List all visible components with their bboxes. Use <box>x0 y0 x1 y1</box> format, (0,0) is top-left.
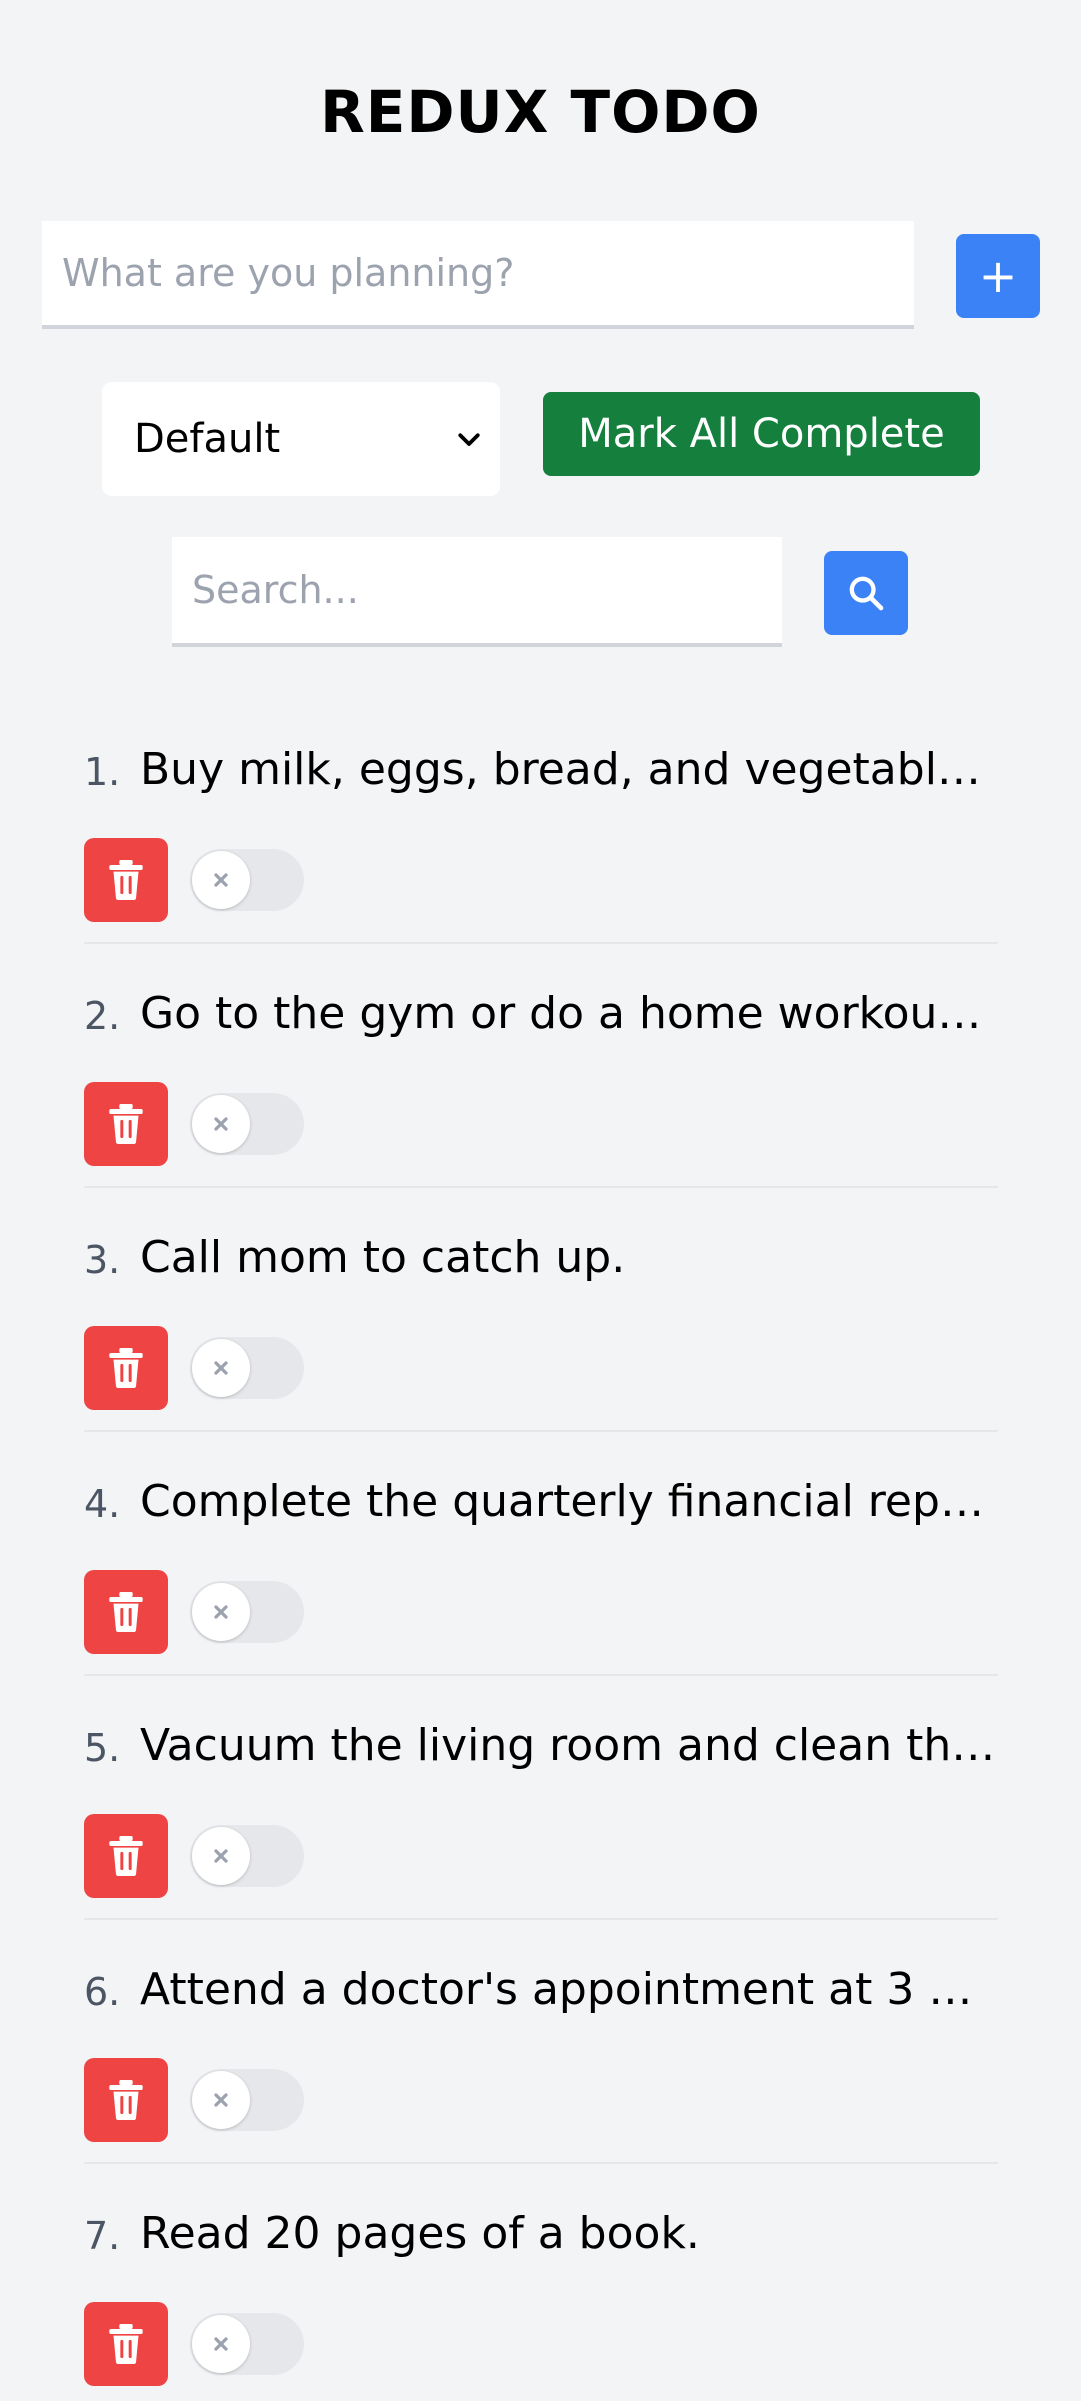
new-todo-input[interactable] <box>42 221 914 329</box>
sort-select[interactable]: Default <box>102 382 500 496</box>
todo-number: 5. <box>84 1726 121 1770</box>
close-icon <box>214 2093 228 2107</box>
trash-icon <box>109 1836 143 1876</box>
todo-text: Go to the gym or do a home workout… <box>140 988 998 1039</box>
delete-button[interactable] <box>84 2302 168 2386</box>
delete-button[interactable] <box>84 1326 168 1410</box>
toggle-knob <box>192 1095 250 1153</box>
todo-text: Read 20 pages of a book. <box>140 2208 700 2259</box>
add-todo-button[interactable]: + <box>956 234 1040 318</box>
todo-item: 4. Complete the quarterly financial repo… <box>84 1432 998 1676</box>
todo-item: 2. Go to the gym or do a home workout… <box>84 944 998 1188</box>
close-icon <box>214 1361 228 1375</box>
trash-icon <box>109 2080 143 2120</box>
search-input[interactable] <box>172 537 782 647</box>
delete-button[interactable] <box>84 1082 168 1166</box>
complete-toggle[interactable] <box>190 1093 304 1155</box>
delete-button[interactable] <box>84 1814 168 1898</box>
todo-item: 6. Attend a doctor's appointment at 3 PM… <box>84 1920 998 2164</box>
todo-number: 7. <box>84 2214 121 2258</box>
mark-all-complete-label: Mark All Complete <box>578 411 945 457</box>
toggle-knob <box>192 851 250 909</box>
todo-number: 4. <box>84 1482 121 1526</box>
todo-app: REDUX TODO + Default Mark All Complete 1… <box>0 0 1081 2401</box>
search-button[interactable] <box>824 551 908 635</box>
complete-toggle[interactable] <box>190 1337 304 1399</box>
todo-text: Attend a doctor's appointment at 3 PM. <box>140 1964 998 2015</box>
complete-toggle[interactable] <box>190 1825 304 1887</box>
toggle-knob <box>192 2315 250 2373</box>
trash-icon <box>109 1348 143 1388</box>
complete-toggle[interactable] <box>190 2313 304 2375</box>
todo-item: 3. Call mom to catch up. <box>84 1188 998 1432</box>
trash-icon <box>109 1592 143 1632</box>
delete-button[interactable] <box>84 2058 168 2142</box>
trash-icon <box>109 2324 143 2364</box>
close-icon <box>214 1849 228 1863</box>
todo-text: Call mom to catch up. <box>140 1232 626 1283</box>
sort-select-value: Default <box>134 416 281 462</box>
delete-button[interactable] <box>84 838 168 922</box>
todo-item: 5. Vacuum the living room and clean the… <box>84 1676 998 1920</box>
todo-text: Complete the quarterly financial repo… <box>140 1476 998 1527</box>
trash-icon <box>109 860 143 900</box>
close-icon <box>214 1117 228 1131</box>
close-icon <box>214 873 228 887</box>
trash-icon <box>109 1104 143 1144</box>
todo-item: 1. Buy milk, eggs, bread, and vegetables… <box>84 700 998 944</box>
toggle-knob <box>192 1583 250 1641</box>
close-icon <box>214 1605 228 1619</box>
toggle-knob <box>192 2071 250 2129</box>
todo-number: 2. <box>84 994 121 1038</box>
complete-toggle[interactable] <box>190 2069 304 2131</box>
complete-toggle[interactable] <box>190 849 304 911</box>
delete-button[interactable] <box>84 1570 168 1654</box>
complete-toggle[interactable] <box>190 1581 304 1643</box>
plus-icon: + <box>978 249 1018 303</box>
page-title: REDUX TODO <box>320 78 761 146</box>
toggle-knob <box>192 1339 250 1397</box>
close-icon <box>214 2337 228 2351</box>
todo-number: 1. <box>84 750 121 794</box>
todo-list: 1. Buy milk, eggs, bread, and vegetables… <box>84 700 998 2401</box>
todo-number: 3. <box>84 1238 121 1282</box>
toggle-knob <box>192 1827 250 1885</box>
todo-number: 6. <box>84 1970 121 2014</box>
mark-all-complete-button[interactable]: Mark All Complete <box>543 392 980 476</box>
todo-text: Vacuum the living room and clean the… <box>140 1720 998 1771</box>
search-icon <box>849 576 884 611</box>
todo-text: Buy milk, eggs, bread, and vegetables. <box>140 744 998 795</box>
todo-item: 7. Read 20 pages of a book. <box>84 2164 998 2401</box>
chevron-down-icon <box>458 433 480 446</box>
